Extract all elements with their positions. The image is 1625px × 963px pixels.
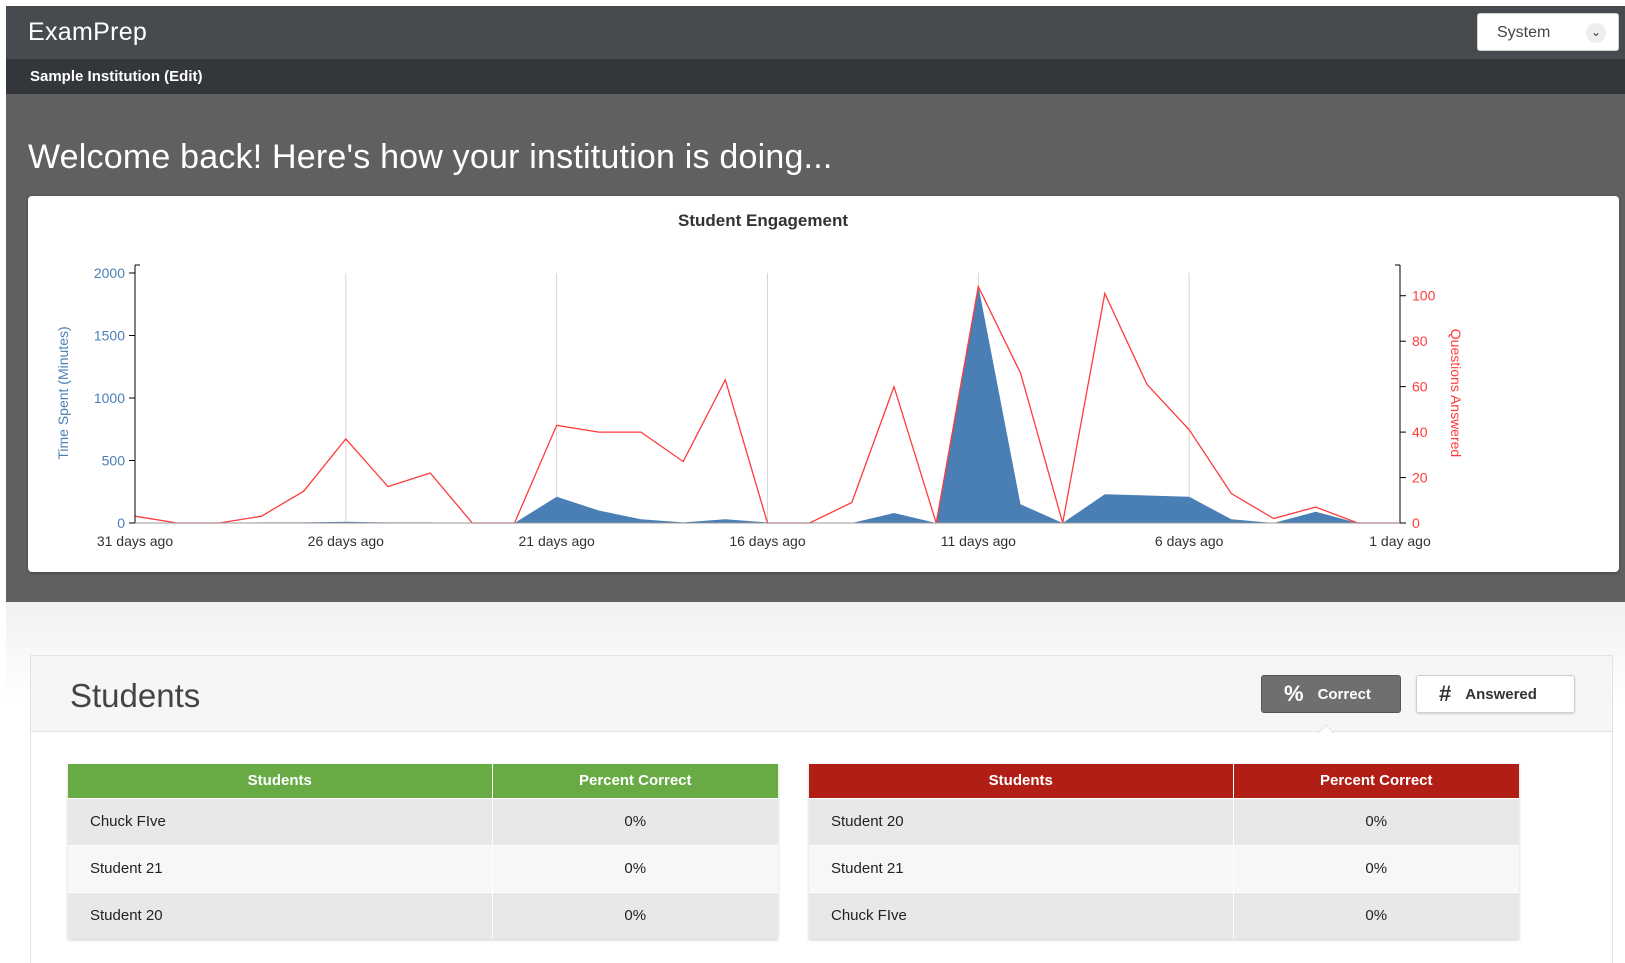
institution-bar: Sample Institution (Edit) [6, 59, 1625, 94]
column-header-students[interactable]: Students [68, 764, 492, 798]
x-tick-label: 1 day ago [1369, 533, 1431, 549]
table-row[interactable]: Student 20 0% [68, 891, 778, 939]
brand-logo[interactable]: ExamPrep [28, 18, 147, 47]
percent-cell: 0% [1232, 844, 1519, 892]
top-navbar: ExamPrep System ⌄ [6, 6, 1625, 59]
percent-cell: 0% [491, 891, 778, 939]
chart-gridlines [345, 273, 1190, 523]
y-left-tick-label: 1500 [94, 328, 125, 344]
chevron-down-icon: ⌄ [1586, 23, 1606, 43]
students-title: Students [70, 677, 201, 714]
students-panel: Students % Correct # Answered Students P… [30, 655, 1613, 963]
bottom-students-table: Students Percent Correct Student 20 0% S… [809, 764, 1519, 939]
correct-button-label: Correct [1317, 685, 1371, 703]
student-name-cell: Chuck FIve [809, 891, 1233, 939]
x-tick-label: 6 days ago [1155, 533, 1224, 549]
system-select[interactable]: System ⌄ [1477, 13, 1619, 51]
y-right-tick-label: 60 [1412, 379, 1428, 395]
app-root: ExamPrep System ⌄ Sample Institution (Ed… [0, 0, 1625, 963]
y-left-axis-label: Time Spent (Minutes) [55, 326, 71, 459]
chart-title: Student Engagement [678, 211, 848, 230]
column-header-percent-correct[interactable]: Percent Correct [1232, 764, 1519, 798]
answered-button-label: Answered [1465, 685, 1537, 703]
y-right-tick-label: 0 [1412, 515, 1420, 531]
chart-axes: 31 days ago 26 days ago 21 days ago 16 days… [94, 264, 1436, 549]
x-tick-label: 26 days ago [308, 533, 384, 549]
hero-section: Welcome back! Here's how your institutio… [6, 94, 1625, 602]
student-name-cell: Chuck FIve [68, 797, 492, 845]
top-students-table: Students Percent Correct Chuck FIve 0% S… [68, 764, 778, 939]
column-header-students[interactable]: Students [809, 764, 1233, 798]
table-header-row: Students Percent Correct [809, 764, 1519, 798]
x-tick-label: 31 days ago [97, 533, 173, 549]
student-name-cell: Student 21 [809, 844, 1233, 892]
answered-toggle-button[interactable]: # Answered [1416, 675, 1575, 713]
y-right-axis-label: Questions Answered [1448, 329, 1464, 457]
y-left-tick-label: 500 [102, 453, 126, 469]
percent-cell: 0% [491, 844, 778, 892]
table-row[interactable]: Student 21 0% [68, 844, 778, 892]
hash-icon: # [1439, 681, 1452, 706]
y-right-tick-label: 100 [1412, 288, 1436, 304]
y-right-tick-label: 40 [1412, 424, 1428, 440]
percent-cell: 0% [491, 797, 778, 845]
y-right-tick-label: 20 [1412, 470, 1428, 486]
x-tick-label: 21 days ago [519, 533, 595, 549]
y-right-tick-label: 80 [1412, 333, 1428, 349]
student-name-cell: Student 20 [68, 891, 492, 939]
engagement-chart-card: Student Engagement 31 days ago 26 days ag… [28, 196, 1619, 572]
table-row[interactable]: Chuck FIve 0% [809, 891, 1519, 939]
system-select-label: System [1497, 24, 1551, 41]
percent-cell: 0% [1232, 797, 1519, 845]
percent-icon: % [1284, 681, 1304, 706]
engagement-chart: Student Engagement 31 days ago 26 days ag… [55, 211, 1464, 549]
column-header-percent-correct[interactable]: Percent Correct [491, 764, 778, 798]
y-left-tick-label: 2000 [94, 265, 125, 281]
student-name-cell: Student 21 [68, 844, 492, 892]
institution-edit-link[interactable]: Sample Institution (Edit) [30, 68, 203, 85]
y-left-tick-label: 0 [117, 515, 125, 531]
table-row[interactable]: Chuck FIve 0% [68, 797, 778, 845]
table-row[interactable]: Student 21 0% [809, 844, 1519, 892]
percent-correct-toggle-button[interactable]: % Correct [1261, 675, 1401, 713]
students-panel-header: Students % Correct # Answered [31, 656, 1612, 732]
student-name-cell: Student 20 [809, 797, 1233, 845]
y-left-tick-label: 1000 [94, 390, 125, 406]
table-header-row: Students Percent Correct [68, 764, 778, 798]
welcome-heading: Welcome back! Here's how your institutio… [28, 138, 833, 176]
x-tick-label: 11 days ago [941, 533, 1016, 549]
table-row[interactable]: Student 20 0% [809, 797, 1519, 845]
percent-cell: 0% [1232, 891, 1519, 939]
x-tick-label: 16 days ago [729, 533, 805, 549]
